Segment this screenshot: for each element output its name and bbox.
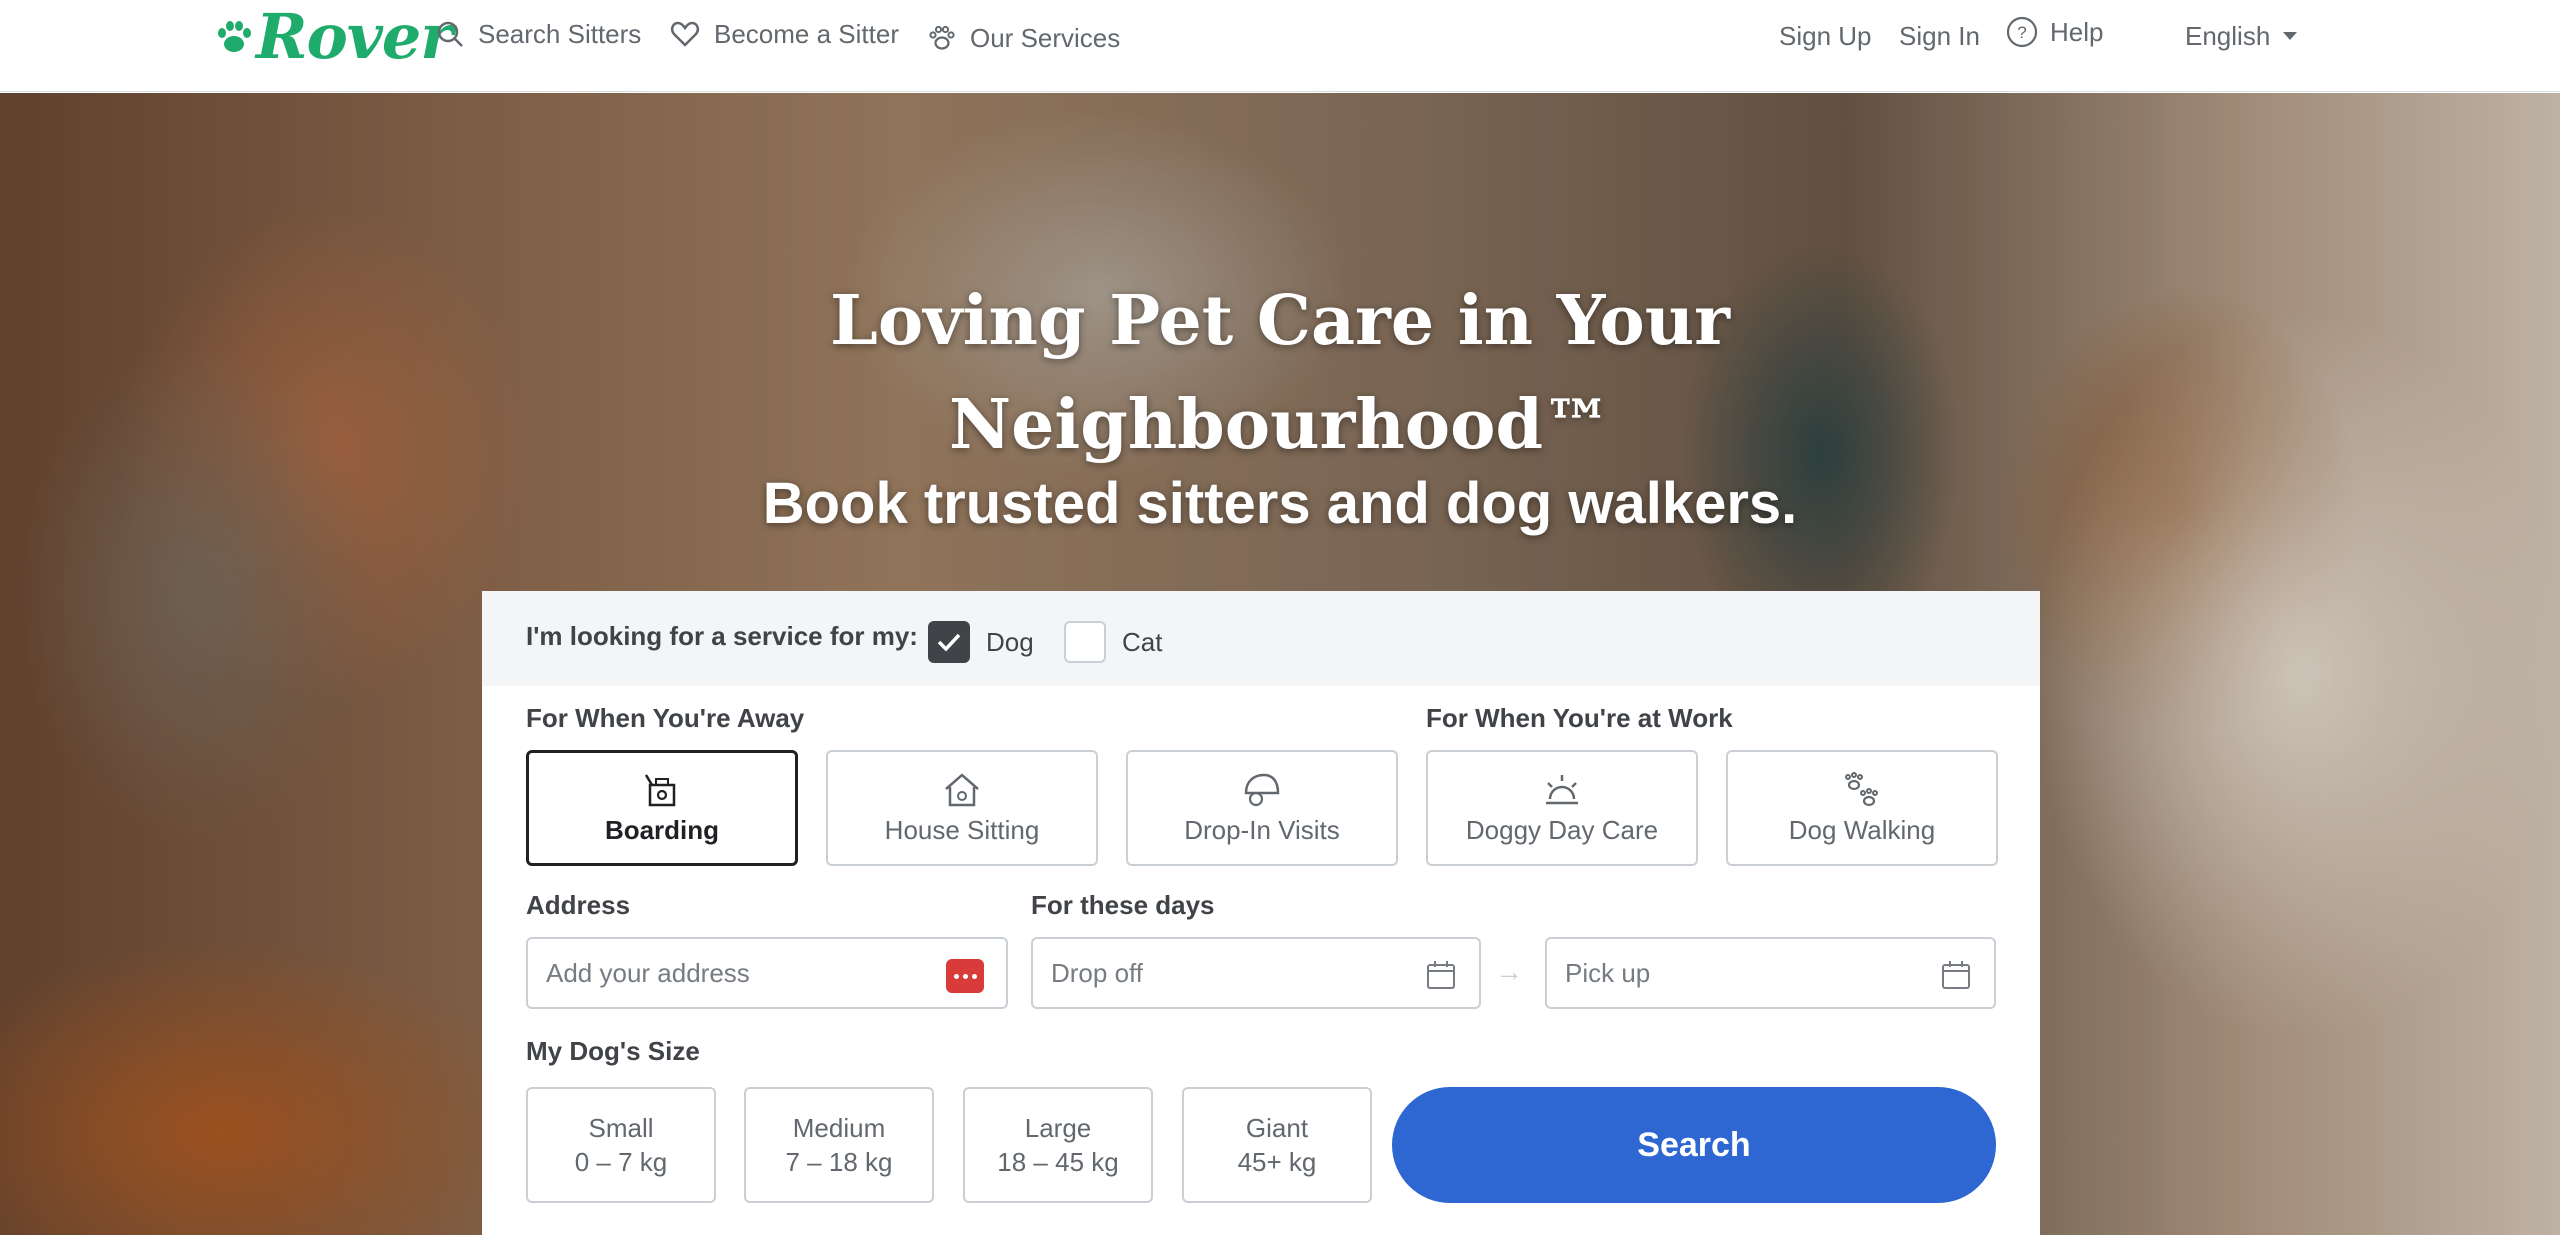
help-link[interactable]: ? Help bbox=[2006, 14, 2103, 50]
search-form: I'm looking for a service for my: Dog Ca… bbox=[482, 591, 2040, 1235]
checkbox-checked bbox=[928, 621, 970, 663]
size-name: Small bbox=[588, 1113, 654, 1143]
paw-icon bbox=[929, 25, 955, 50]
service-house-sitting[interactable]: House Sitting bbox=[826, 750, 1098, 866]
size-large[interactable]: Large 18 – 45 kg bbox=[963, 1087, 1153, 1203]
paw-logo-icon bbox=[218, 21, 251, 52]
svg-text:?: ? bbox=[2017, 23, 2026, 42]
size-range: 18 – 45 kg bbox=[997, 1147, 1119, 1177]
service-doggy-day-care[interactable]: Doggy Day Care bbox=[1426, 750, 1698, 866]
nav-search-sitters[interactable]: Search Sitters bbox=[436, 14, 641, 54]
search-icon bbox=[437, 21, 463, 47]
address-placeholder: Add your address bbox=[546, 957, 750, 988]
sun-icon bbox=[1546, 774, 1578, 804]
more-dots-icon bbox=[946, 959, 984, 993]
hero-title: Loving Pet Care in Your Neighbourhood™ bbox=[680, 269, 1880, 477]
logo-text: Rover bbox=[256, 0, 453, 73]
calendar-icon bbox=[1425, 959, 1457, 998]
drop-off-placeholder: Drop off bbox=[1051, 957, 1144, 988]
checkbox-unchecked bbox=[1064, 621, 1106, 663]
service-boarding[interactable]: Boarding bbox=[526, 750, 798, 866]
service-drop-in-visits[interactable]: Drop-In Visits bbox=[1126, 750, 1398, 866]
size-name: Giant bbox=[1245, 1113, 1309, 1143]
sign-up-link[interactable]: Sign Up bbox=[1779, 18, 1872, 54]
service-label: Dog Walking bbox=[1788, 814, 1936, 845]
language-label: English bbox=[2185, 20, 2271, 51]
dog-label: Dog bbox=[986, 626, 1034, 657]
dog-size-label: My Dog's Size bbox=[526, 1036, 700, 1066]
size-medium[interactable]: Medium 7 – 18 kg bbox=[744, 1087, 934, 1203]
drop-off-date-input[interactable]: Drop off bbox=[1031, 937, 1481, 1009]
pick-up-date-input[interactable]: Pick up bbox=[1545, 937, 1996, 1009]
days-label: For these days bbox=[1031, 890, 1215, 920]
away-section-label: For When You're Away bbox=[526, 703, 805, 733]
help-icon: ? bbox=[2006, 16, 2038, 48]
paw-prints-icon bbox=[1845, 771, 1878, 806]
size-giant[interactable]: Giant 45+ kg bbox=[1182, 1087, 1372, 1203]
calendar-icon bbox=[1940, 959, 1972, 998]
size-name: Medium bbox=[792, 1113, 886, 1143]
rover-logo[interactable]: Rover bbox=[214, 0, 453, 73]
boarding-icon bbox=[644, 773, 676, 806]
top-navigation: Rover Search Sitters Become a Sitter Our… bbox=[0, 0, 2560, 92]
sign-in-link[interactable]: Sign In bbox=[1899, 18, 1980, 54]
service-label: Boarding bbox=[604, 814, 720, 845]
address-label: Address bbox=[526, 890, 631, 920]
hero-title-line-1: Loving Pet Care in Your bbox=[830, 281, 1730, 361]
address-autofill-button[interactable] bbox=[946, 959, 984, 993]
dog-checkbox[interactable]: Dog bbox=[928, 621, 1034, 663]
search-button[interactable]: Search bbox=[1392, 1087, 1996, 1203]
heart-icon bbox=[670, 21, 700, 47]
work-section-label: For When You're at Work bbox=[1426, 703, 1733, 733]
nav-label: Become a Sitter bbox=[714, 18, 899, 49]
nav-label: Our Services bbox=[970, 22, 1121, 53]
size-range: 0 – 7 kg bbox=[574, 1147, 668, 1177]
size-range: 45+ kg bbox=[1237, 1147, 1317, 1177]
address-input[interactable]: Add your address bbox=[526, 937, 1008, 1009]
nav-our-services[interactable]: Our Services bbox=[928, 18, 1120, 58]
nav-label: Search Sitters bbox=[478, 18, 642, 49]
house-icon bbox=[945, 772, 979, 806]
caret-down-icon bbox=[2283, 32, 2298, 40]
help-label: Help bbox=[2050, 16, 2104, 47]
size-name: Large bbox=[1024, 1113, 1092, 1143]
size-small[interactable]: Small 0 – 7 kg bbox=[526, 1087, 716, 1203]
nav-become-sitter[interactable]: Become a Sitter bbox=[670, 14, 899, 54]
pet-type-bar: I'm looking for a service for my: Dog Ca… bbox=[482, 591, 2040, 686]
pet-type-label: I'm looking for a service for my: bbox=[526, 621, 918, 651]
service-label: House Sitting bbox=[884, 814, 1040, 845]
checkmark-icon bbox=[937, 633, 961, 652]
pick-up-placeholder: Pick up bbox=[1565, 957, 1651, 988]
size-range: 7 – 18 kg bbox=[785, 1147, 893, 1177]
cat-checkbox[interactable]: Cat bbox=[1064, 621, 1162, 663]
service-dog-walking[interactable]: Dog Walking bbox=[1726, 750, 1998, 866]
service-label: Drop-In Visits bbox=[1184, 814, 1340, 845]
hero-subtitle: Book trusted sitters and dog walkers. bbox=[762, 471, 1798, 536]
service-label: Doggy Day Care bbox=[1465, 814, 1659, 845]
drop-in-icon bbox=[1244, 773, 1280, 806]
arrow-right-icon: → bbox=[1495, 956, 1523, 987]
language-selector[interactable]: English bbox=[2185, 18, 2298, 54]
hero-title-line-2: Neighbourhood™ bbox=[948, 385, 1612, 465]
cat-label: Cat bbox=[1122, 626, 1163, 657]
